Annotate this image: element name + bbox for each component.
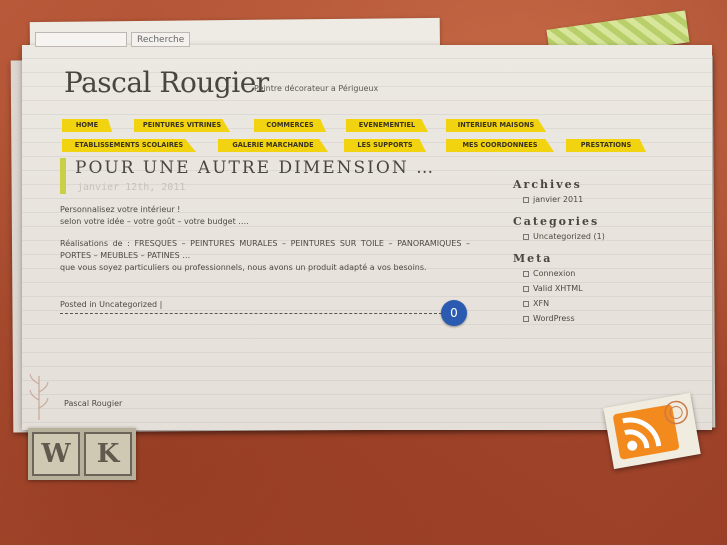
meta-list: Connexion Valid XHTML XFN WordPress (513, 269, 633, 324)
bullet-icon (523, 315, 529, 322)
plant-sprig-icon (29, 373, 49, 420)
category-link[interactable]: Uncategorized (1) (533, 232, 605, 241)
post-date: janvier 12th, 2011 (77, 182, 186, 193)
list-item[interactable]: Valid XHTML (523, 284, 633, 294)
nav-item-prestations[interactable]: PRESTATIONS (566, 139, 646, 152)
nav-item-peintures-vitrines[interactable]: PEINTURES VITRINES (134, 119, 230, 132)
category-link[interactable]: Uncategorized (99, 300, 157, 309)
site-description: Peintre décorateur a Périgueux (254, 84, 379, 93)
meta-link-connexion[interactable]: Connexion (533, 269, 575, 278)
nav-item-commerces[interactable]: COMMERCES (254, 119, 326, 132)
bullet-icon (523, 196, 529, 203)
nav-item-les-supports[interactable]: LES SUPPORTS (344, 139, 426, 152)
post-body: Personnalisez votre intérieur ! selon vo… (60, 204, 470, 284)
nav-item-mes-coordonnees[interactable]: MES COORDONNEES (446, 139, 554, 152)
bullet-icon (523, 300, 529, 307)
list-item[interactable]: Connexion (523, 269, 633, 279)
list-item[interactable]: janvier 2011 (523, 195, 633, 205)
archive-link[interactable]: janvier 2011 (533, 195, 583, 204)
meta-heading: Meta (513, 252, 553, 265)
list-item[interactable]: XFN (523, 299, 633, 309)
categories-heading: Categories (513, 215, 600, 228)
search-button[interactable]: Recherche (131, 32, 191, 47)
meta-separator: | (159, 300, 163, 309)
archives-list: janvier 2011 (513, 195, 633, 205)
meta-link-valid-xhtml[interactable]: Valid XHTML (533, 284, 583, 293)
wordpress-stamp: W K (28, 428, 136, 480)
post-text-line: selon votre idée – votre goût – votre bu… (60, 217, 249, 226)
footer-text: Pascal Rougier (64, 399, 123, 408)
post-text-line: Personnalisez votre intérieur ! (60, 205, 181, 214)
archives-heading: Archives (513, 178, 582, 191)
meta-link-wordpress[interactable]: WordPress (533, 314, 575, 323)
stamp-k: K (84, 432, 132, 476)
posted-in-label: Posted in (60, 300, 97, 309)
meta-link-xfn[interactable]: XFN (533, 299, 549, 308)
post-title[interactable]: POUR UNE AUTRE DIMENSION … (75, 158, 435, 178)
list-item[interactable]: WordPress (523, 314, 633, 324)
list-item[interactable]: Uncategorized (1) (523, 232, 633, 242)
bullet-icon (523, 233, 529, 240)
nav-item-galerie-marchande[interactable]: GALERIE MARCHANDE (218, 139, 328, 152)
post-meta: Posted in Uncategorized | (60, 300, 162, 309)
bullet-icon (523, 285, 529, 292)
site-title[interactable]: Pascal Rougier (64, 66, 269, 99)
stamp-w: W (32, 432, 80, 476)
bullet-icon (523, 270, 529, 277)
post-text-line: Réalisations de : FRESQUES – PEINTURES M… (60, 239, 470, 260)
nav-item-home[interactable]: HOME (62, 119, 112, 132)
post-title-accent-bar (60, 158, 66, 194)
categories-list: Uncategorized (1) (513, 232, 633, 242)
search-form: Recherche (35, 32, 191, 47)
nav-item-interieur-maisons[interactable]: INTERIEUR MAISONS (446, 119, 546, 132)
comment-count-bubble[interactable]: 0 (441, 300, 467, 326)
postmark-icon (664, 400, 688, 425)
post-text-line: que vous soyez particuliers ou professio… (60, 263, 427, 272)
nav-item-evenementiel[interactable]: EVENEMENTIEL (346, 119, 428, 132)
post-divider (60, 313, 442, 314)
search-input[interactable] (35, 32, 127, 47)
sidebar: Archives janvier 2011 Categories Uncateg… (513, 178, 633, 334)
nav-item-etablissements-scolaires[interactable]: ETABLISSEMENTS SCOLAIRES (62, 139, 196, 152)
